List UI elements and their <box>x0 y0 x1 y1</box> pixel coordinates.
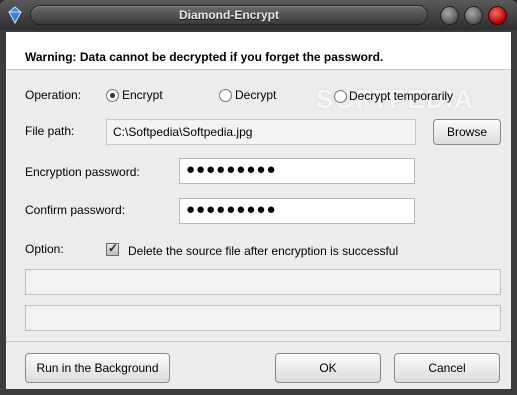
checkmark-icon: ✓ <box>108 241 119 255</box>
warning-text: Warning: Data cannot be decrypted if you… <box>25 50 384 64</box>
browse-button[interactable]: Browse <box>433 119 501 145</box>
confirm-password-label: Confirm password: <box>25 203 126 217</box>
window-title: Diamond-Encrypt <box>178 8 279 22</box>
maximize-button[interactable] <box>464 6 483 25</box>
warning-banner: Warning: Data cannot be decrypted if you… <box>6 32 511 70</box>
title-pill: Diamond-Encrypt <box>30 5 428 25</box>
encryption-password-input[interactable]: ●●●●●●●●● <box>179 158 415 184</box>
app-window: Diamond-Encrypt Warning: Data cannot be … <box>0 0 517 395</box>
dialog-body: Warning: Data cannot be decrypted if you… <box>6 32 511 389</box>
radio-decrypt-label[interactable]: Decrypt <box>235 88 276 102</box>
cancel-button[interactable]: Cancel <box>394 353 500 383</box>
option-label: Option: <box>25 242 64 256</box>
encryption-password-label: Encryption password: <box>25 165 140 179</box>
radio-encrypt[interactable] <box>106 89 119 102</box>
title-bar[interactable]: Diamond-Encrypt <box>0 0 517 30</box>
confirm-password-input[interactable]: ●●●●●●●●● <box>179 198 415 224</box>
delete-source-checkbox-label[interactable]: Delete the source file after encryption … <box>128 244 398 258</box>
file-path-field[interactable]: C:\Softpedia\Softpedia.jpg <box>106 119 416 145</box>
radio-decrypt-temporarily[interactable] <box>334 90 347 103</box>
delete-source-checkbox[interactable]: ✓ <box>106 241 119 256</box>
run-in-background-button[interactable]: Run in the Background <box>25 353 170 383</box>
radio-decrypt[interactable] <box>219 89 232 102</box>
operation-label: Operation: <box>25 88 82 102</box>
progress-bar-1 <box>25 269 501 295</box>
radio-encrypt-label[interactable]: Encrypt <box>122 88 163 102</box>
file-path-label: File path: <box>25 124 75 138</box>
close-button[interactable] <box>488 6 507 25</box>
minimize-button[interactable] <box>440 6 459 25</box>
ok-button[interactable]: OK <box>275 353 381 383</box>
radio-decrypt-temporarily-label[interactable]: Decrypt temporarily <box>349 89 453 103</box>
progress-bar-2 <box>25 305 501 331</box>
app-icon <box>8 6 22 24</box>
divider <box>6 341 511 342</box>
